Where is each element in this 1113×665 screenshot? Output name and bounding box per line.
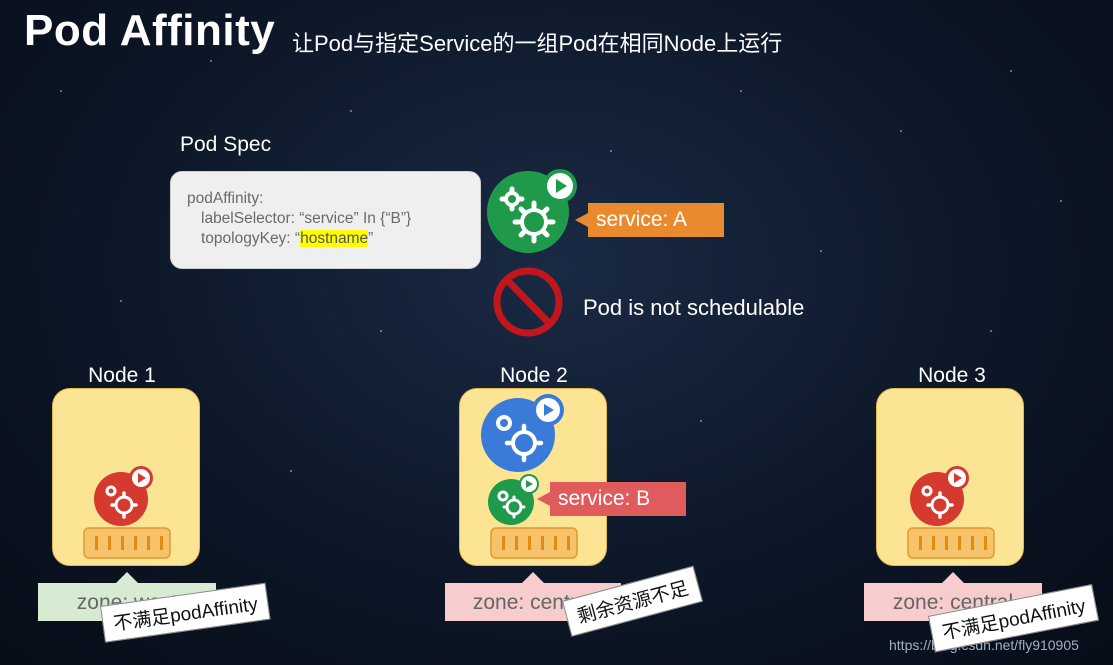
topology-key-prefix: topologyKey: “ [201, 230, 301, 247]
spec-line-label-selector: labelSelector: “service” In {“B”} [201, 210, 412, 227]
node-2-label: Node 2 [500, 364, 568, 387]
page-title: Pod Affinity [24, 6, 276, 55]
node-3-label: Node 3 [918, 364, 986, 387]
not-schedulable-text: Pod is not schedulable [583, 295, 805, 320]
node-resource-bar [490, 527, 578, 559]
service-b-tag: service: B [537, 482, 686, 516]
node-3 [876, 388, 1024, 566]
green-gear-pod-icon [488, 474, 539, 525]
service-a-tag: service: A [575, 203, 724, 237]
green-gear-pod-icon [487, 169, 577, 253]
spec-line-topology-key: topologyKey: “hostname” [187, 229, 480, 249]
pod-spec-box: podAffinity: labelSelector: “service” In… [170, 171, 481, 269]
red-gear-pod-icon [910, 466, 969, 526]
topology-key-suffix: ” [368, 230, 374, 247]
node-1 [52, 388, 200, 566]
spec-line-pod-affinity: podAffinity: [187, 190, 264, 207]
node-2 [459, 388, 607, 566]
node-1-label: Node 1 [88, 364, 156, 387]
prohibited-icon [493, 267, 563, 337]
pod-spec-label: Pod Spec [180, 133, 272, 156]
page-subtitle: 让Pod与指定Service的一组Pod在相同Node上运行 [292, 31, 783, 56]
blue-gear-pod-icon [481, 394, 564, 472]
node-resource-bar [83, 527, 171, 559]
hostname-highlight: hostname [300, 230, 369, 247]
red-gear-pod-icon [94, 466, 153, 526]
node-resource-bar [907, 527, 995, 559]
node-2-note: 剩余资源不足 [562, 565, 703, 637]
